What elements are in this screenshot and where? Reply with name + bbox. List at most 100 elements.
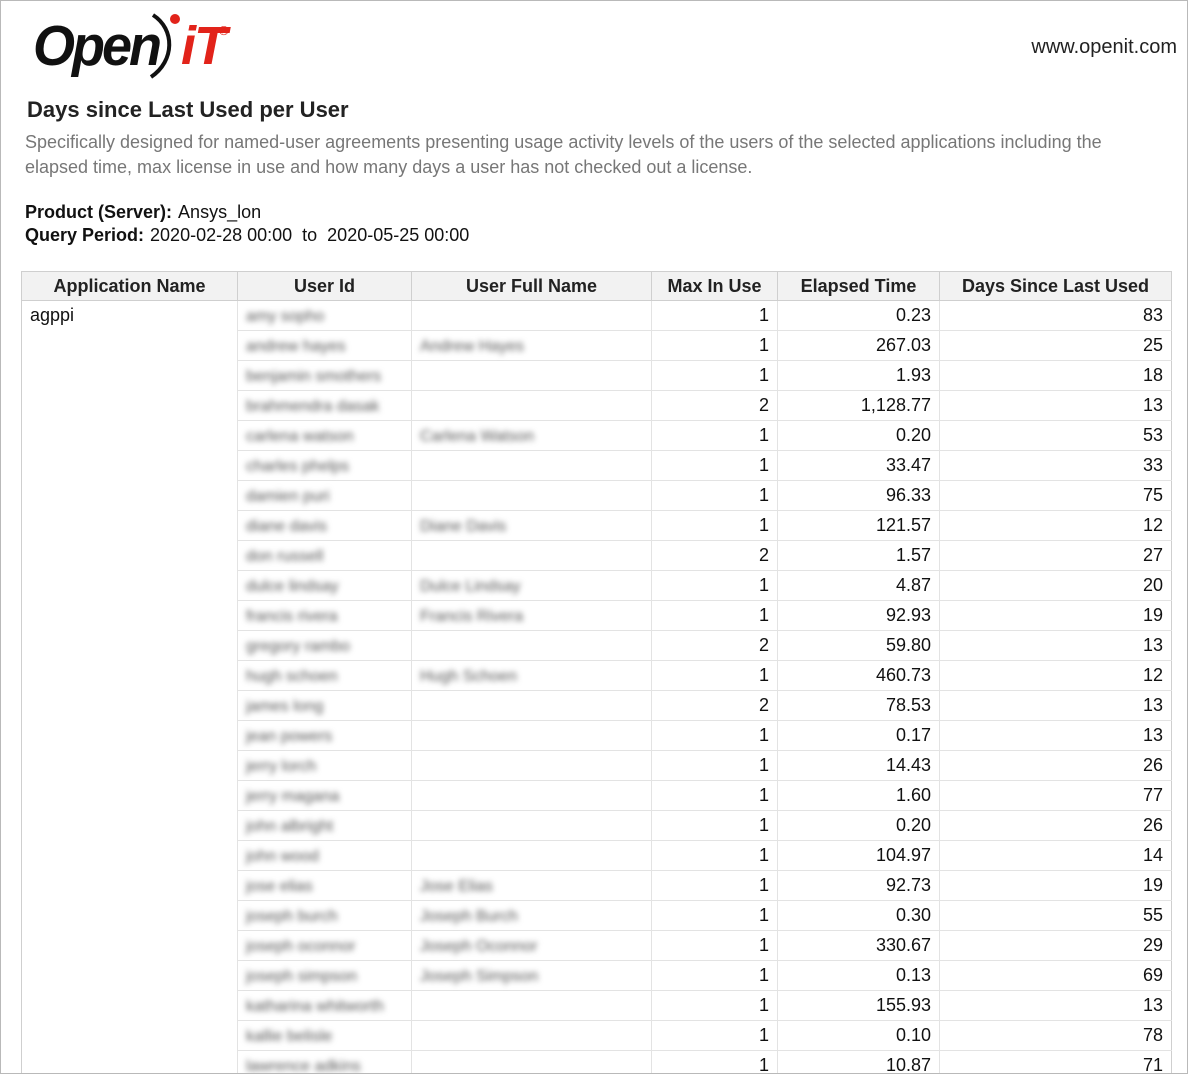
max-in-use-cell: 1 [651, 1050, 778, 1073]
days-since-last-used-cell: 12 [939, 510, 1172, 541]
days-since-last-used-cell: 29 [939, 930, 1172, 961]
user-id-cell: john wood [237, 840, 412, 871]
days-since-last-used-cell: 71 [939, 1050, 1172, 1073]
user-full-name-cell: Joseph Simpson [411, 960, 652, 991]
days-since-last-used-cell: 13 [939, 720, 1172, 751]
elapsed-time-cell: 0.23 [777, 300, 940, 331]
user-id-cell: damien puri [237, 480, 412, 511]
user-id-cell-text: brahmendra dasak [246, 398, 380, 415]
col-header-max-in-use[interactable]: Max In Use [651, 271, 778, 301]
user-id-cell-text: katharina whitworth [246, 998, 384, 1015]
elapsed-time-cell: 10.87 [777, 1050, 940, 1073]
col-header-days-since-last-used[interactable]: Days Since Last Used [939, 271, 1172, 301]
days-since-last-used-cell: 75 [939, 480, 1172, 511]
user-id-cell: joseph oconnor [237, 930, 412, 961]
user-id-cell-text: amy sopho [246, 308, 325, 325]
user-id-cell: don russell [237, 540, 412, 571]
max-in-use-cell: 1 [651, 1020, 778, 1051]
user-full-name-cell-text: Francis Rivera [420, 608, 524, 625]
col-header-elapsed-time[interactable]: Elapsed Time [777, 271, 940, 301]
user-id-cell-text: hugh schoen [246, 668, 338, 685]
product-label: Product (Server): [25, 202, 173, 222]
website-link[interactable]: www.openit.com [1031, 36, 1177, 59]
user-full-name-cell [411, 360, 652, 391]
days-since-last-used-cell: 14 [939, 840, 1172, 871]
user-id-cell-text: joseph simpson [246, 968, 358, 985]
user-full-name-cell-text: Jose Elias [420, 878, 493, 895]
user-full-name-cell: Joseph Burch [411, 900, 652, 931]
user-id-cell-text: carlena watson [246, 428, 354, 445]
user-id-cell: charles phelps [237, 450, 412, 481]
days-since-last-used-cell: 26 [939, 810, 1172, 841]
user-id-cell: diane davis [237, 510, 412, 541]
elapsed-time-cell: 0.20 [777, 810, 940, 841]
user-id-cell-text: joseph burch [246, 908, 338, 925]
elapsed-time-cell: 0.10 [777, 1020, 940, 1051]
col-header-application-name[interactable]: Application Name [21, 271, 238, 301]
user-full-name-cell [411, 990, 652, 1021]
col-header-user-id[interactable]: User Id [237, 271, 412, 301]
user-id-cell: lawrence adkins [237, 1050, 412, 1074]
table-header-row: Application Name User Id User Full Name … [21, 271, 1172, 301]
report-page: Open iT ® www.openit.com Days since Last… [0, 0, 1188, 1074]
col-header-user-full-name[interactable]: User Full Name [411, 271, 652, 301]
user-full-name-cell-text: Andrew Hayes [420, 338, 525, 355]
user-full-name-cell [411, 1050, 652, 1073]
user-full-name-cell: Diane Davis [411, 510, 652, 541]
elapsed-time-cell: 14.43 [777, 750, 940, 781]
user-full-name-cell-text: Joseph Simpson [420, 968, 539, 985]
user-full-name-cell-text: Hugh Schoen [420, 668, 517, 685]
days-since-last-used-cell: 13 [939, 390, 1172, 421]
max-in-use-cell: 2 [651, 540, 778, 571]
max-in-use-cell: 1 [651, 420, 778, 451]
user-id-cell-text: lawrence adkins [246, 1058, 361, 1074]
user-full-name-cell: Dulce Lindsay [411, 570, 652, 601]
days-since-last-used-cell: 25 [939, 330, 1172, 361]
user-id-cell: jerry lorch [237, 750, 412, 781]
user-id-cell-text: dulce lindsay [246, 578, 339, 595]
days-since-last-used-cell: 53 [939, 420, 1172, 451]
user-id-cell-text: james long [246, 698, 324, 715]
days-since-last-used-cell: 13 [939, 990, 1172, 1021]
report-description: Specifically designed for named-user agr… [25, 132, 1102, 177]
user-full-name-cell-text: Carlena Watson [420, 428, 535, 445]
elapsed-time-cell: 155.93 [777, 990, 940, 1021]
max-in-use-cell: 1 [651, 720, 778, 751]
days-since-last-used-cell: 83 [939, 300, 1172, 331]
days-since-last-used-cell: 19 [939, 600, 1172, 631]
max-in-use-cell: 1 [651, 780, 778, 811]
max-in-use-cell: 1 [651, 300, 778, 331]
days-since-last-used-cell: 12 [939, 660, 1172, 691]
max-in-use-cell: 2 [651, 390, 778, 421]
max-in-use-cell: 1 [651, 510, 778, 541]
user-id-cell: joseph simpson [237, 960, 412, 991]
elapsed-time-cell: 96.33 [777, 480, 940, 511]
user-id-cell: hugh schoen [237, 660, 412, 691]
registered-mark: ® [219, 23, 229, 38]
table-body: agppi amy sopho 1 0.23 83 andrew hayes Andrew … [21, 300, 1172, 1074]
days-since-last-used-cell: 13 [939, 690, 1172, 721]
user-id-cell-text: kallie belisle [246, 1028, 333, 1045]
application-name-cell: agppi [21, 300, 238, 1073]
elapsed-time-cell: 0.20 [777, 420, 940, 451]
user-id-cell-text: john albright [246, 818, 334, 835]
max-in-use-cell: 1 [651, 900, 778, 931]
elapsed-time-cell: 92.73 [777, 870, 940, 901]
elapsed-time-cell: 59.80 [777, 630, 940, 661]
user-full-name-cell: Hugh Schoen [411, 660, 652, 691]
table-row: agppi amy sopho 1 0.23 83 [21, 300, 1172, 1073]
max-in-use-cell: 2 [651, 630, 778, 661]
user-id-cell-text: don russell [246, 548, 324, 565]
max-in-use-cell: 1 [651, 810, 778, 841]
user-id-cell: jerry magana [237, 780, 412, 811]
period-value: 2020-02-28 00:00 to 2020-05-25 00:00 [150, 225, 470, 245]
user-id-cell-text: benjamin smothers [246, 368, 382, 385]
usage-table: Application Name User Id User Full Name … [21, 271, 1172, 1074]
user-id-cell: benjamin smothers [237, 360, 412, 391]
elapsed-time-cell: 330.67 [777, 930, 940, 961]
days-since-last-used-cell: 20 [939, 570, 1172, 601]
user-id-cell-text: jose elias [246, 878, 313, 895]
max-in-use-cell: 1 [651, 570, 778, 601]
user-full-name-cell: Joseph Oconnor [411, 930, 652, 961]
days-since-last-used-cell: 33 [939, 450, 1172, 481]
